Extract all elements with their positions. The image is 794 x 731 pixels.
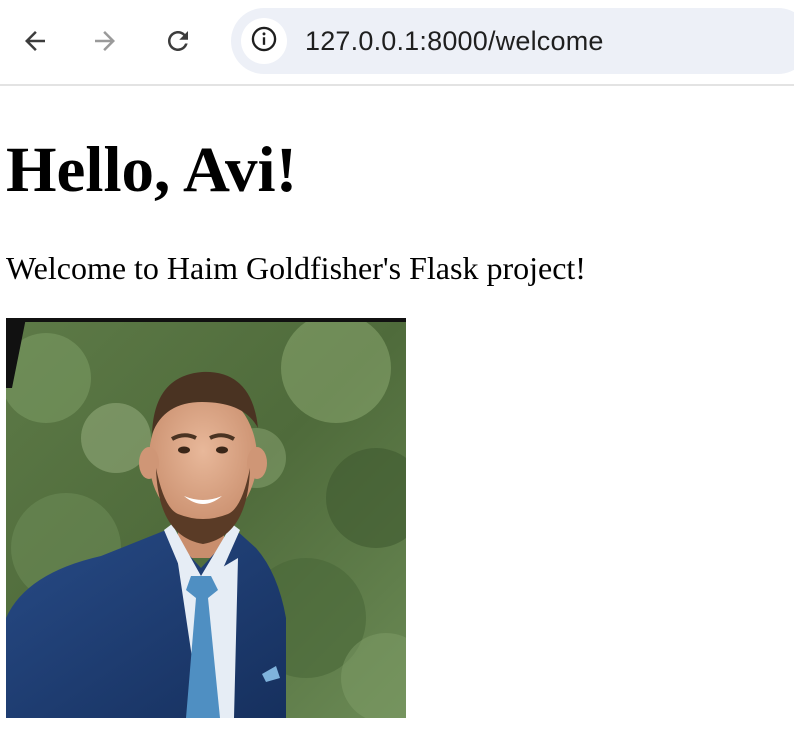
welcome-text: Welcome to Haim Goldfisher's Flask proje…: [6, 250, 586, 286]
page-heading: Hello, Avi!: [6, 134, 298, 206]
forward-button[interactable]: [85, 21, 125, 61]
back-button[interactable]: [15, 21, 55, 61]
address-bar[interactable]: 127.0.0.1:8000/welcome: [231, 8, 794, 74]
browser-toolbar: 127.0.0.1:8000/welcome: [0, 0, 794, 86]
arrow-left-icon: [20, 26, 50, 56]
reload-icon: [163, 26, 193, 56]
reload-button[interactable]: [158, 21, 198, 61]
site-info-button[interactable]: [241, 18, 287, 64]
profile-photo: [6, 318, 406, 718]
url-text[interactable]: 127.0.0.1:8000/welcome: [305, 8, 604, 74]
arrow-right-icon: [90, 26, 120, 56]
info-icon: [250, 25, 278, 58]
